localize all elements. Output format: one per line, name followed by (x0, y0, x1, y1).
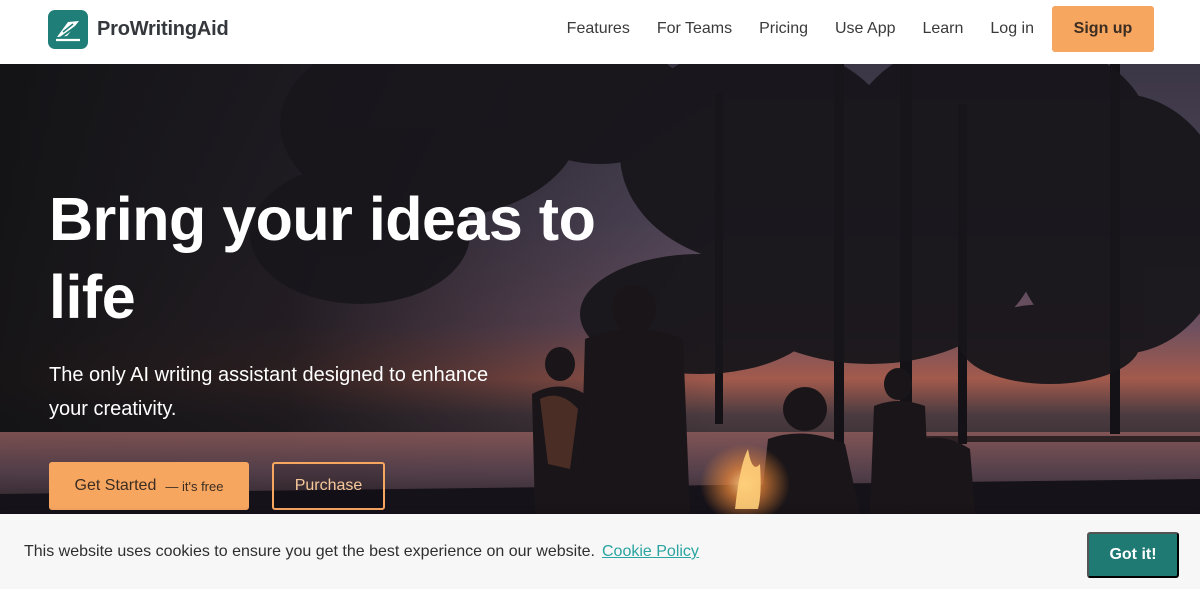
nav-log-in[interactable]: Log in (990, 20, 1034, 38)
nav-learn[interactable]: Learn (922, 20, 963, 38)
pen-feather-icon (48, 10, 88, 49)
brand-logo-link[interactable]: ProWritingAid (48, 10, 229, 49)
nav-features[interactable]: Features (567, 20, 630, 38)
nav-pricing[interactable]: Pricing (759, 20, 808, 38)
cookie-consent-bar: This website uses cookies to ensure you … (0, 514, 1200, 589)
cookie-message-line: This website uses cookies to ensure you … (24, 543, 699, 561)
main-nav: Features For Teams Pricing Use App Learn… (567, 6, 1154, 52)
site-header: ProWritingAid Features For Teams Pricing… (0, 0, 1200, 64)
cookie-message: This website uses cookies to ensure you … (24, 543, 595, 560)
cookie-policy-link[interactable]: Cookie Policy (602, 543, 699, 560)
hero-subhead: The only AI writing assistant designed t… (49, 364, 489, 420)
get-started-label: Get Started (74, 477, 157, 494)
nav-use-app[interactable]: Use App (835, 20, 895, 38)
get-started-button[interactable]: Get Started — it's free (49, 462, 249, 510)
sign-up-button[interactable]: Sign up (1052, 6, 1154, 52)
hero-headline: Bring your ideas to life (49, 185, 596, 331)
got-it-button[interactable]: Got it! (1087, 532, 1179, 578)
brand-name: ProWritingAid (97, 18, 229, 40)
hero-cta-row: Get Started — it's free Purchase (49, 462, 385, 510)
nav-for-teams[interactable]: For Teams (657, 20, 732, 38)
purchase-button[interactable]: Purchase (272, 462, 385, 510)
hero-section: Bring your ideas to life The only AI wri… (0, 64, 1200, 514)
free-note: — it's free (165, 478, 224, 494)
